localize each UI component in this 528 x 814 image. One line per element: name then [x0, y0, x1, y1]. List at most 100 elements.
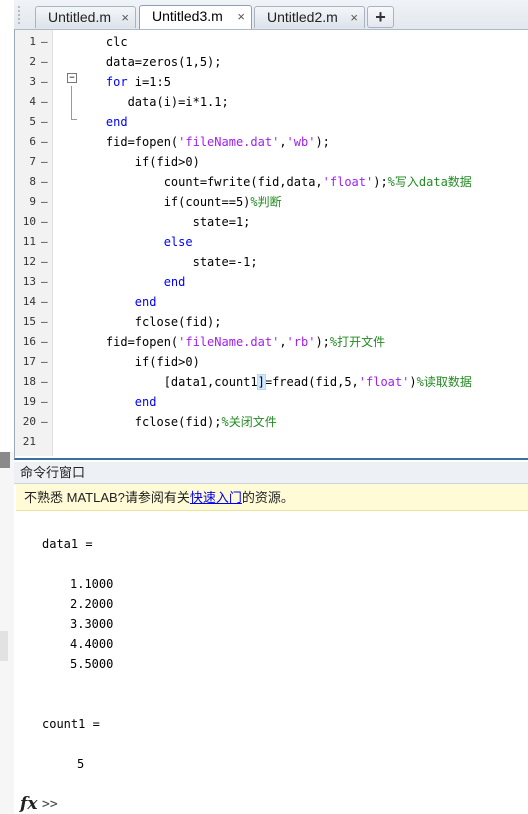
fold-guide [71, 86, 72, 120]
output-value: 2.2000 [70, 597, 114, 611]
line-number: 6 [29, 135, 36, 148]
tab-untitled[interactable]: Untitled.m × [35, 6, 136, 28]
line-number: 20 [22, 415, 36, 428]
code-line[interactable]: 7– if(fid>0) [15, 152, 528, 172]
code-line[interactable]: 10– state=1; [15, 212, 528, 232]
code-text: if(count==5)%判断 [77, 192, 282, 212]
close-icon[interactable]: × [121, 10, 129, 25]
code-line[interactable]: 18– [data1,count1]=fread(fid,5,'float')%… [15, 372, 528, 392]
breakpoint-marker[interactable]: – [41, 212, 48, 232]
breakpoint-marker[interactable]: – [41, 232, 48, 252]
code-line[interactable]: 21 [15, 432, 528, 452]
code-text: state=-1; [77, 252, 258, 272]
output-value: 3.3000 [70, 617, 114, 631]
code-token: ) [409, 375, 417, 389]
code-text: data=zeros(1,5); [77, 52, 222, 72]
code-line[interactable]: 20– fclose(fid);%关闭文件 [15, 412, 528, 432]
quick-start-link[interactable]: 快速入门 [190, 490, 242, 505]
code-text: data(i)=i*1.1; [77, 92, 229, 112]
output-value: 4.4000 [70, 637, 114, 651]
close-icon[interactable]: × [350, 10, 358, 25]
code-token: fid=fopen( [77, 335, 179, 349]
breakpoint-marker[interactable]: – [41, 92, 48, 112]
code-token: 'wb' [286, 135, 316, 149]
code-text: if(fid>0) [77, 352, 200, 372]
breakpoint-marker[interactable]: – [41, 292, 48, 312]
code-text: fid=fopen('fileName.dat','wb'); [77, 132, 330, 152]
breakpoint-marker[interactable]: – [41, 392, 48, 412]
code-text: end [77, 112, 128, 132]
code-line[interactable]: 11– else [15, 232, 528, 252]
breakpoint-marker[interactable]: – [41, 32, 48, 52]
code-line[interactable]: 12– state=-1; [15, 252, 528, 272]
tab-untitled2[interactable]: Untitled2.m × [254, 6, 365, 28]
fold-guide-end [71, 119, 77, 120]
code-line[interactable]: 8– count=fwrite(fid,data,'float');%写入dat… [15, 172, 528, 192]
code-line[interactable]: 17– if(fid>0) [15, 352, 528, 372]
dock-marker [0, 452, 10, 468]
code-line[interactable]: 19– end [15, 392, 528, 412]
breakpoint-marker[interactable]: – [41, 132, 48, 152]
code-text: for i=1:5 [77, 72, 171, 92]
code-token: if(fid>0) [77, 155, 200, 169]
breakpoint-marker[interactable]: – [41, 252, 48, 272]
code-token: data=zeros(1,5); [77, 55, 222, 69]
code-token: , [279, 335, 287, 349]
code-text: fid=fopen('fileName.dat','rb');%打开文件 [77, 332, 385, 352]
line-number: 14 [22, 295, 36, 308]
breakpoint-marker[interactable]: – [41, 72, 48, 92]
tab-untitled3[interactable]: Untitled3.m × [139, 5, 252, 29]
tab-grip-handle[interactable] [18, 6, 28, 24]
code-line[interactable]: 4– data(i)=i*1.1; [15, 92, 528, 112]
code-line[interactable]: 1– clc [15, 32, 528, 52]
breakpoint-marker[interactable]: – [41, 352, 48, 372]
breakpoint-marker[interactable]: – [41, 412, 48, 432]
fold-toggle-icon[interactable]: − [67, 73, 77, 83]
line-number: 15 [22, 315, 36, 328]
code-token: end [77, 115, 128, 129]
code-line[interactable]: 14– end [15, 292, 528, 312]
function-browser-icon[interactable]: fx [20, 794, 37, 814]
dock-marker [0, 631, 8, 661]
code-text: [data1,count1]=fread(fid,5,'float')%读取数据 [77, 372, 472, 392]
breakpoint-marker[interactable]: – [41, 272, 48, 292]
code-token: state=1; [77, 215, 251, 229]
add-tab-button[interactable]: + [367, 6, 394, 28]
line-number: 2 [29, 55, 36, 68]
output-count1-label: count1 = [42, 717, 100, 731]
code-token: fclose(fid); [77, 415, 222, 429]
breakpoint-marker[interactable]: – [41, 112, 48, 132]
line-number: 10 [22, 215, 36, 228]
code-line[interactable]: 13– end [15, 272, 528, 292]
code-line[interactable]: 2– data=zeros(1,5); [15, 52, 528, 72]
line-number: 9 [29, 195, 36, 208]
close-icon[interactable]: × [237, 9, 245, 24]
code-token: , [279, 135, 287, 149]
code-line[interactable]: 5– end [15, 112, 528, 132]
command-window-title: 命令行窗口 [14, 462, 528, 484]
code-text: end [77, 292, 157, 312]
breakpoint-marker[interactable]: – [41, 52, 48, 72]
code-line[interactable]: 3– for i=1:5 [15, 72, 528, 92]
breakpoint-marker[interactable]: – [41, 172, 48, 192]
line-number: 13 [22, 275, 36, 288]
code-line[interactable]: 16– fid=fopen('fileName.dat','rb');%打开文件 [15, 332, 528, 352]
breakpoint-marker[interactable]: – [41, 312, 48, 332]
breakpoint-marker[interactable]: – [41, 372, 48, 392]
breakpoint-marker[interactable]: – [41, 192, 48, 212]
code-token: 'rb' [286, 335, 316, 349]
code-token: fclose(fid); [77, 315, 222, 329]
code-token: [data1,count1 [77, 375, 258, 389]
command-prompt[interactable]: >> [42, 797, 58, 812]
code-line[interactable]: 6– fid=fopen('fileName.dat','wb'); [15, 132, 528, 152]
code-text: if(fid>0) [77, 152, 200, 172]
code-text: end [77, 392, 157, 412]
line-number: 21 [22, 435, 36, 448]
line-number: 3 [29, 75, 36, 88]
breakpoint-marker[interactable]: – [41, 152, 48, 172]
code-token: 'fileName.dat' [178, 135, 280, 149]
code-line[interactable]: 9– if(count==5)%判断 [15, 192, 528, 212]
breakpoint-marker[interactable]: – [41, 332, 48, 352]
output-value: 5.5000 [70, 657, 114, 671]
code-line[interactable]: 15– fclose(fid); [15, 312, 528, 332]
